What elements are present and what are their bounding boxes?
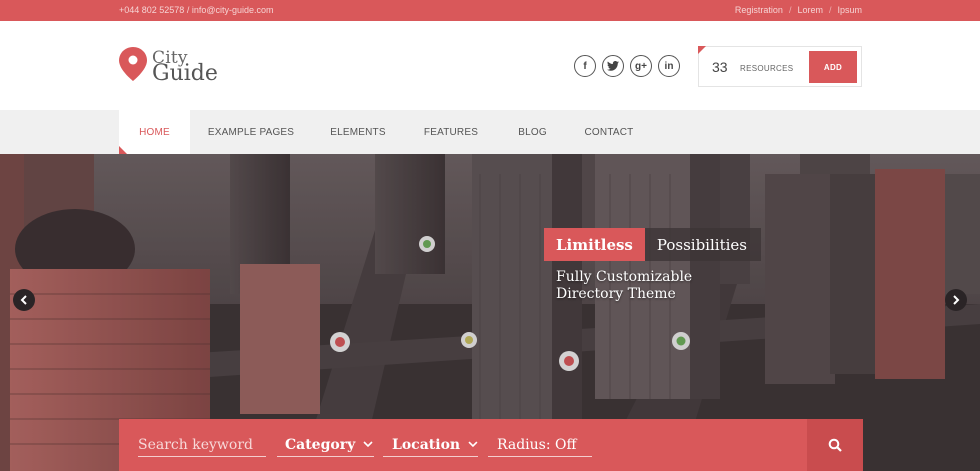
top-links: Registration / Lorem / Ipsum bbox=[735, 5, 862, 15]
add-button[interactable]: ADD bbox=[809, 51, 857, 83]
category-label: Category bbox=[285, 436, 356, 453]
contact-info: +044 802 52578 / info@city-guide.com bbox=[119, 5, 274, 15]
search-bar: Search keyword Category Location Radius:… bbox=[119, 419, 863, 471]
hero-title-rest: Possibilities bbox=[644, 228, 761, 261]
nav-item-label: HOME bbox=[139, 126, 170, 138]
nav-item-label: ELEMENTS bbox=[330, 126, 386, 138]
hero-subtitle: Fully Customizable Directory Theme bbox=[556, 269, 692, 303]
radius-label: Radius: Off bbox=[497, 436, 577, 453]
facebook-icon[interactable]: f bbox=[574, 55, 596, 77]
search-button[interactable] bbox=[807, 419, 863, 471]
linkedin-icon[interactable]: in bbox=[658, 55, 680, 77]
main-nav: HOME EXAMPLE PAGES ELEMENTS FEATURES BLO… bbox=[0, 110, 980, 154]
location-select[interactable]: Location bbox=[383, 433, 478, 457]
twitter-icon[interactable] bbox=[602, 55, 624, 77]
nav-item-home[interactable]: HOME bbox=[119, 110, 190, 154]
category-select[interactable]: Category bbox=[277, 433, 374, 457]
hero-title: Limitless Possibilities bbox=[544, 228, 761, 261]
nav-item-features[interactable]: FEATURES bbox=[412, 110, 490, 154]
resources-count: 33 bbox=[712, 59, 728, 75]
corner-accent bbox=[698, 46, 706, 54]
hero-subtitle-line2: Directory Theme bbox=[556, 286, 676, 302]
nav-item-label: BLOG bbox=[518, 126, 547, 138]
chevron-left-icon bbox=[20, 295, 27, 305]
nav-item-contact[interactable]: CONTACT bbox=[574, 110, 644, 154]
search-keyword-placeholder: Search keyword bbox=[138, 436, 253, 453]
google-plus-icon[interactable]: g+ bbox=[630, 55, 652, 77]
search-keyword-input[interactable]: Search keyword bbox=[138, 433, 266, 457]
logo-text-guide: Guide bbox=[152, 61, 218, 86]
chevron-down-icon bbox=[468, 441, 478, 448]
link-separator: / bbox=[828, 5, 832, 15]
active-indicator bbox=[119, 146, 127, 154]
resources-widget: 33 RESOURCES ADD bbox=[698, 46, 862, 87]
lorem-link[interactable]: Lorem bbox=[797, 5, 823, 15]
twitter-bird-glyph bbox=[607, 61, 619, 71]
ipsum-link[interactable]: Ipsum bbox=[837, 5, 862, 15]
nav-item-label: EXAMPLE PAGES bbox=[207, 126, 295, 138]
site-logo[interactable]: City Guide bbox=[119, 47, 239, 87]
nav-item-elements[interactable]: ELEMENTS bbox=[318, 110, 398, 154]
nav-item-label: CONTACT bbox=[584, 126, 634, 138]
nav-item-example-pages[interactable]: EXAMPLE PAGES bbox=[200, 110, 302, 154]
hero-title-highlight: Limitless bbox=[544, 228, 645, 261]
slider-prev-button[interactable] bbox=[13, 289, 35, 311]
nav-item-blog[interactable]: BLOG bbox=[505, 110, 560, 154]
resources-label: RESOURCES bbox=[740, 64, 794, 73]
slider-next-button[interactable] bbox=[945, 289, 967, 311]
chevron-right-icon bbox=[953, 295, 960, 305]
registration-link[interactable]: Registration bbox=[735, 5, 783, 15]
nav-item-label: FEATURES bbox=[423, 126, 479, 138]
link-separator: / bbox=[788, 5, 792, 15]
map-pin-icon bbox=[119, 47, 147, 81]
chevron-down-icon bbox=[363, 441, 373, 448]
radius-select[interactable]: Radius: Off bbox=[488, 433, 592, 457]
search-icon bbox=[828, 438, 842, 452]
location-label: Location bbox=[392, 436, 461, 453]
top-bar: +044 802 52578 / info@city-guide.com Reg… bbox=[0, 0, 980, 21]
hero-subtitle-line1: Fully Customizable bbox=[556, 269, 693, 285]
